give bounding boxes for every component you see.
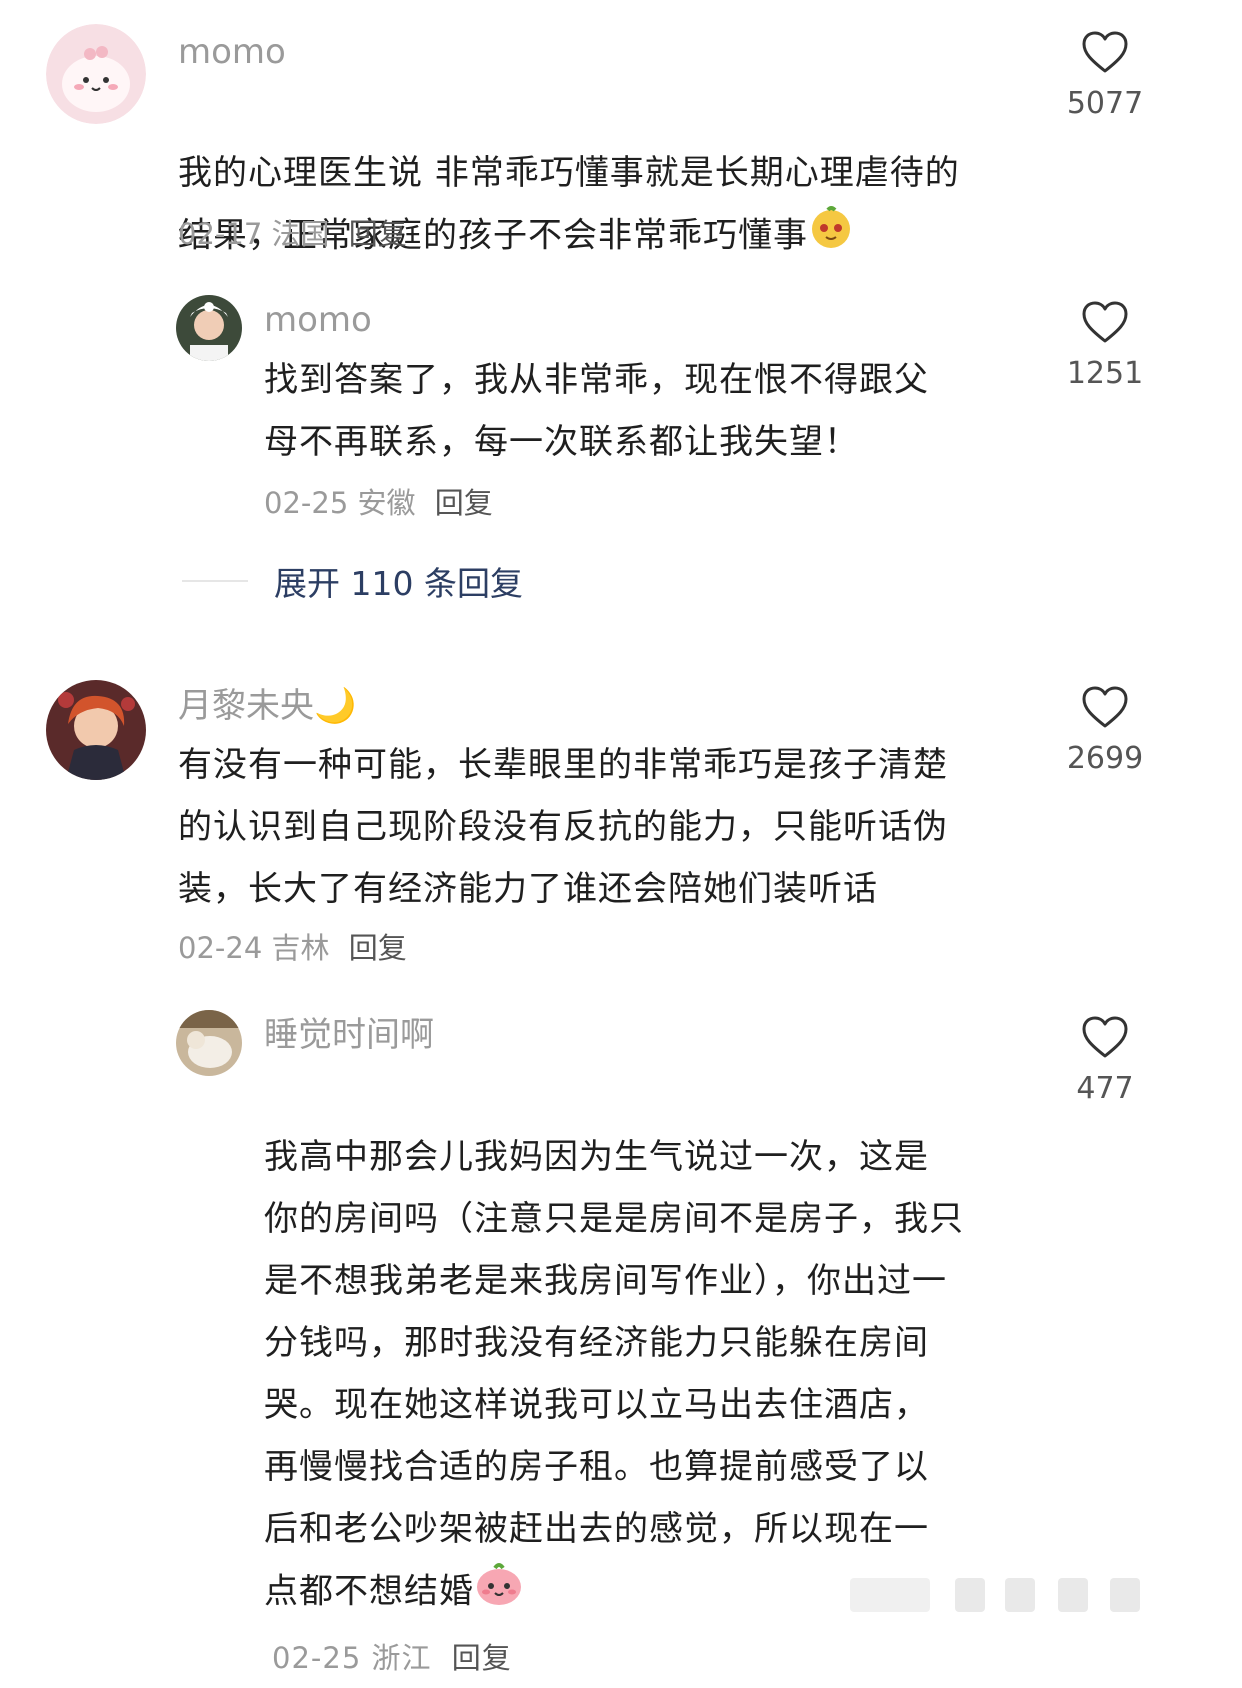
username[interactable]: 月黎未央🌙 — [178, 686, 356, 726]
comment-location: 法国 — [271, 217, 330, 251]
comment-text: 有没有一种可能，长辈眼里的非常乖巧是孩子清楚 的认识到自己现阶段没有反抗的能力，… — [178, 745, 948, 909]
comment-location: 浙江 — [371, 1641, 432, 1675]
like-button[interactable]: 2699 — [1050, 685, 1160, 777]
heart-icon — [1082, 1016, 1128, 1058]
reply-button[interactable]: 回复 — [435, 486, 493, 520]
comment-meta: 02-17 法国 回复 — [178, 216, 407, 252]
comment-meta: 02-24 吉林 回复 — [178, 930, 407, 966]
orange-face-emoji-icon — [808, 204, 854, 270]
watermark-blur — [1110, 1578, 1140, 1612]
comment-location: 安徽 — [357, 486, 416, 520]
comment-text: 找到答案了，我从非常乖，现在恨不得跟父 母不再联系，每一次联系都让我失望！ — [264, 360, 929, 462]
comment-date: 02-25 — [264, 486, 349, 520]
heart-icon — [1082, 686, 1128, 728]
divider — [182, 580, 248, 582]
like-count: 2699 — [1066, 741, 1144, 776]
watermark-blur — [1005, 1578, 1035, 1612]
reply-button[interactable]: 回复 — [452, 1641, 512, 1675]
pink-face-emoji-icon — [474, 1560, 524, 1626]
like-button[interactable]: 1251 — [1050, 300, 1160, 392]
avatar[interactable] — [46, 24, 146, 124]
avatar[interactable] — [46, 680, 146, 780]
username[interactable]: momo — [264, 300, 372, 340]
reply-button[interactable]: 回复 — [349, 931, 407, 965]
username[interactable]: momo — [178, 32, 286, 72]
username[interactable]: 睡觉时间啊 — [264, 1015, 434, 1055]
watermark-blur — [1058, 1578, 1088, 1612]
expand-replies-button[interactable]: 展开 110 条回复 — [182, 557, 523, 605]
avatar[interactable] — [176, 295, 242, 361]
avatar[interactable] — [176, 1010, 242, 1076]
comment-meta: 02-25 安徽 回复 — [264, 485, 493, 521]
like-button[interactable]: 477 — [1050, 1015, 1160, 1107]
avatar-image — [46, 680, 146, 780]
like-count: 1251 — [1066, 356, 1144, 391]
reply-button[interactable]: 回复 — [349, 217, 407, 251]
comment-date: 02-24 — [178, 931, 263, 965]
comment-meta: 02-25 浙江 回复 — [272, 1641, 512, 1675]
like-count: 5077 — [1066, 86, 1144, 121]
comment-location: 吉林 — [271, 931, 330, 965]
heart-icon — [1082, 31, 1128, 73]
avatar-image — [176, 1010, 242, 1076]
comment-date: 02-25 — [272, 1641, 362, 1675]
watermark-blur — [850, 1578, 930, 1612]
like-count: 477 — [1076, 1071, 1134, 1106]
avatar-image — [176, 295, 242, 361]
watermark-blur — [955, 1578, 985, 1612]
comment-date: 02-17 — [178, 217, 263, 251]
comment-text-content: 我高中那会儿我妈因为生气说过一次，这是 你的房间吗（注意只是是房间不是房子，我只… — [264, 1137, 964, 1612]
expand-replies-label: 展开 110 条回复 — [274, 564, 523, 603]
avatar-image — [46, 24, 146, 124]
heart-icon — [1082, 301, 1128, 343]
like-button[interactable]: 5077 — [1050, 30, 1160, 122]
